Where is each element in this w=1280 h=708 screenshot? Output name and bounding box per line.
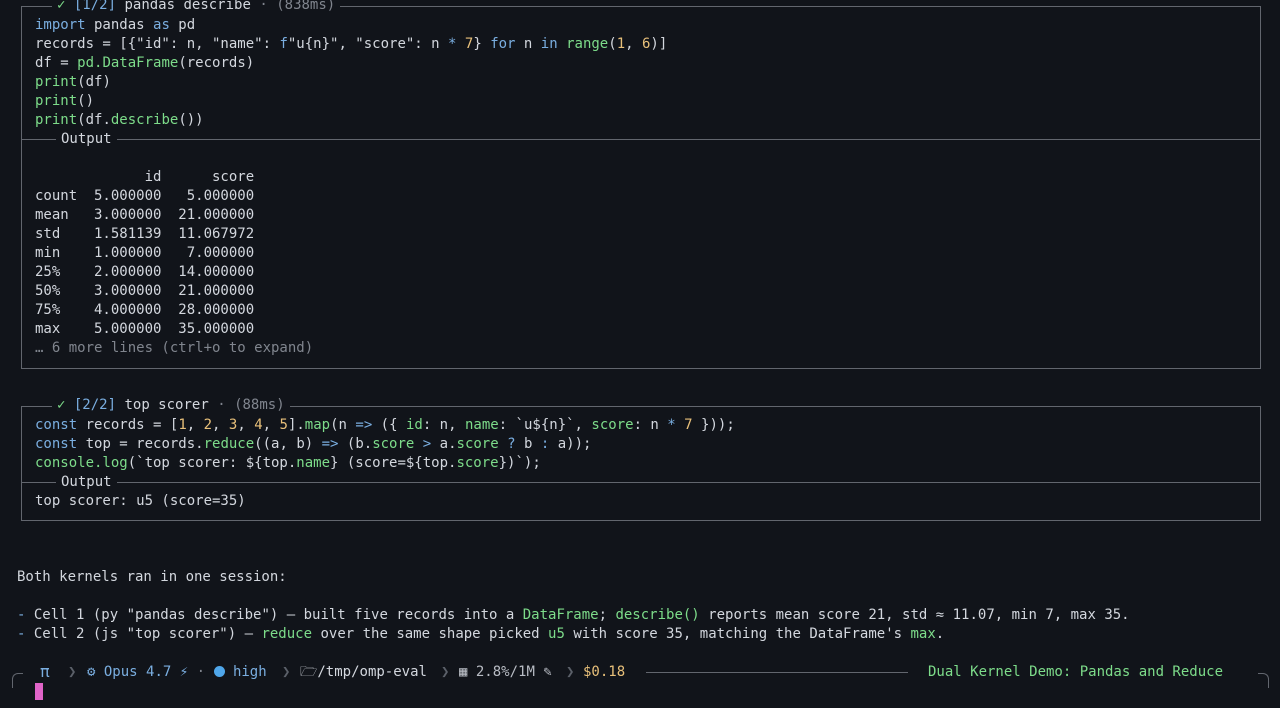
status-frame-left xyxy=(12,673,23,688)
model-name: Opus 4.7 xyxy=(103,664,172,680)
window-icon: ▦ xyxy=(459,664,468,680)
cell-name: top scorer xyxy=(124,397,209,413)
summary-bullet-2: - Cell 2 (js "top scorer") — reduce over… xyxy=(17,626,945,642)
status-rule xyxy=(646,672,908,673)
gear-icon: ⚙ xyxy=(87,664,96,680)
summary-heading: Both kernels ran in one session: xyxy=(17,569,287,585)
cell-duration: (838ms) xyxy=(276,0,336,13)
code-line: console.log(`top scorer: ${top.name} (sc… xyxy=(35,455,541,471)
code-cell-pandas-describe[interactable]: ✓ [1/2] pandas describe · (838ms) import… xyxy=(21,0,1261,369)
context-usage: ▦ 2.8%/1M ✎ xyxy=(459,662,552,682)
code-line: df = pd.DataFrame(records) xyxy=(35,55,255,71)
code-line: print(df) xyxy=(35,74,111,90)
output-line: std 1.581139 11.067972 xyxy=(35,226,255,242)
output-label: Output xyxy=(56,473,117,492)
code-line: const records = [1, 2, 3, 4, 5].map(n =>… xyxy=(35,417,735,433)
cell-name: pandas describe xyxy=(124,0,251,13)
check-icon: ✓ xyxy=(57,0,66,13)
cell-duration: (88ms) xyxy=(234,397,285,413)
effort-level: high xyxy=(232,664,267,680)
chevron-right-icon: ❯ xyxy=(282,664,291,680)
expand-hint[interactable]: … 6 more lines (ctrl+o to expand) xyxy=(22,339,1260,358)
output-separator: Output xyxy=(22,130,1260,149)
model-indicator[interactable]: ⚙ Opus 4.7 ⚡ · high xyxy=(87,662,267,682)
code-line: records = [{"id": n, "name": f"u{n}", "s… xyxy=(35,36,668,52)
output-line: id score xyxy=(35,169,255,185)
folder-icon: 🗁 xyxy=(300,664,318,680)
output-separator: Output xyxy=(22,473,1260,492)
cwd-indicator[interactable]: 🗁/tmp/omp-eval xyxy=(300,662,427,682)
check-icon: ✓ xyxy=(57,397,66,413)
output-line: min 1.000000 7.000000 xyxy=(35,245,255,261)
output-line: mean 3.000000 21.000000 xyxy=(35,207,255,223)
code-line: import pandas as pd xyxy=(35,17,196,33)
cell-title: ✓ [2/2] top scorer · (88ms) xyxy=(52,396,290,415)
cell-title: ✓ [1/2] pandas describe · (838ms) xyxy=(52,0,341,15)
title-separator: · xyxy=(259,0,268,13)
code-cell-top-scorer[interactable]: ✓ [2/2] top scorer · (88ms) const record… xyxy=(21,396,1261,521)
code-line: print() xyxy=(35,93,95,109)
chevron-right-icon: ❯ xyxy=(441,664,450,680)
status-frame-right xyxy=(1258,673,1269,688)
magic-wand-icon: ✎ xyxy=(543,664,552,680)
summary-bullet-1: - Cell 1 (py "pandas describe") — built … xyxy=(17,607,1130,623)
effort-dot-icon xyxy=(213,666,225,677)
output-line: count 5.000000 5.000000 xyxy=(35,188,255,204)
status-separator: · xyxy=(196,664,206,680)
title-separator: · xyxy=(217,397,226,413)
code-line: print(df.describe()) xyxy=(35,112,204,128)
output-line: max 5.000000 35.000000 xyxy=(35,321,255,337)
cell-step: [1/2] xyxy=(73,0,117,13)
cell-step: [2/2] xyxy=(73,397,117,413)
chevron-right-icon: ❯ xyxy=(566,664,575,680)
context-value: 2.8%/1M xyxy=(475,664,535,680)
output-label: Output xyxy=(56,130,117,149)
output-line: 75% 4.000000 28.000000 xyxy=(35,302,255,318)
session-cost: $0.18 xyxy=(583,664,626,680)
cwd-path: /tmp/omp-eval xyxy=(317,664,427,680)
code-line: const top = records.reduce((a, b) => (b.… xyxy=(35,436,592,452)
status-bar: π ❯ ⚙ Opus 4.7 ⚡ · high ❯ 🗁/tmp/omp-eval… xyxy=(0,662,1280,688)
chevron-right-icon: ❯ xyxy=(68,664,77,680)
output-line: 25% 2.000000 14.000000 xyxy=(35,264,255,280)
output-line: top scorer: u5 (score=35) xyxy=(35,493,246,509)
pi-icon: π xyxy=(40,662,50,681)
session-title: Dual Kernel Demo: Pandas and Reduce xyxy=(928,664,1224,680)
input-cursor[interactable] xyxy=(35,683,43,700)
bolt-icon: ⚡ xyxy=(179,664,189,680)
output-line: 50% 3.000000 21.000000 xyxy=(35,283,255,299)
